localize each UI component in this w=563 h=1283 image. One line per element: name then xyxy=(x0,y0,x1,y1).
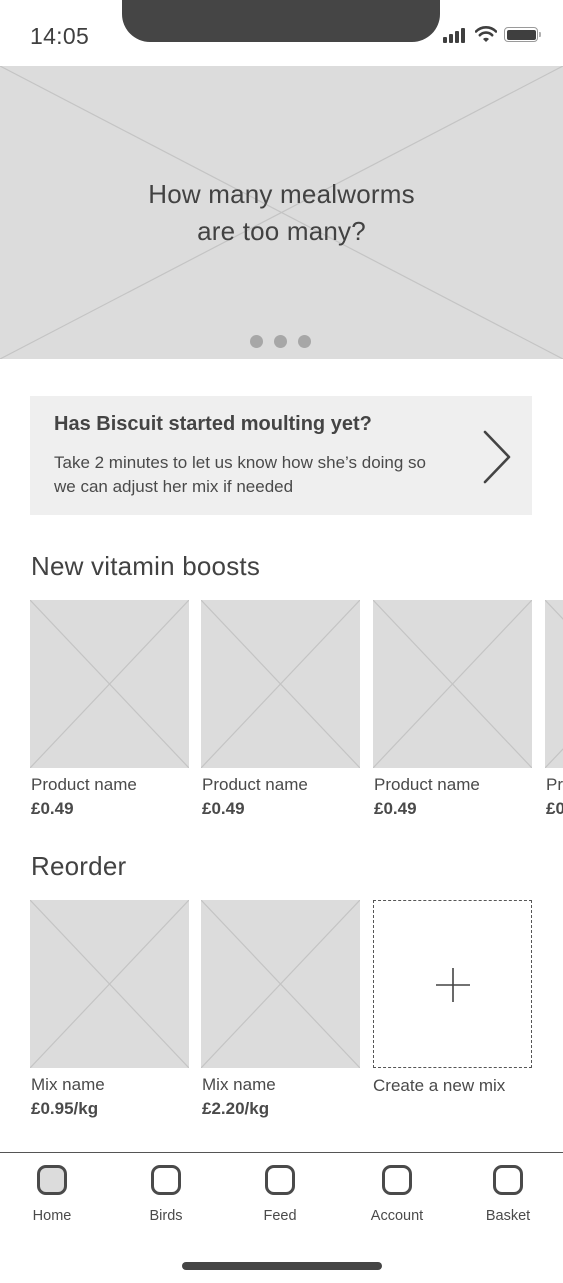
product-card[interactable]: Product name £0.49 xyxy=(373,600,532,819)
status-icons xyxy=(443,24,543,46)
hero-carousel[interactable]: How many mealworms are too many? xyxy=(0,66,563,359)
image-placeholder-icon xyxy=(545,600,563,768)
mix-card[interactable]: Mix name £2.20/kg xyxy=(201,900,360,1119)
product-price: £0.49 xyxy=(202,799,245,818)
image-placeholder-icon xyxy=(30,900,189,1068)
tab-label: Home xyxy=(32,1208,72,1224)
product-card[interactable]: Product name £0.49 xyxy=(545,600,563,819)
tab-label: Account xyxy=(370,1208,424,1224)
product-image xyxy=(201,600,360,768)
image-placeholder-icon xyxy=(373,600,532,768)
prompt-title: Has Biscuit started moulting yet? xyxy=(54,413,372,435)
product-name: Product name xyxy=(374,775,480,794)
product-card[interactable]: Product name £0.49 xyxy=(201,600,360,819)
tab-label: Basket xyxy=(485,1208,531,1224)
battery-tip xyxy=(539,32,541,37)
tab-basket[interactable]: Basket xyxy=(463,1165,553,1233)
product-price: £0.49 xyxy=(31,799,74,818)
product-image xyxy=(30,600,189,768)
hero-title: How many mealworms are too many? xyxy=(0,176,563,250)
tab-birds[interactable]: Birds xyxy=(121,1165,211,1233)
mix-price: £0.95/kg xyxy=(31,1099,99,1118)
hero-title-line-2: are too many? xyxy=(197,216,366,246)
status-time: 14:05 xyxy=(30,23,90,49)
mix-image xyxy=(30,900,189,1068)
product-image xyxy=(545,600,563,768)
product-image xyxy=(373,600,532,768)
chevron-right-icon[interactable] xyxy=(482,430,512,484)
plus-icon xyxy=(436,968,470,1002)
section-title-vitamin-boosts: New vitamin boosts xyxy=(31,551,261,581)
vitamin-products-row[interactable]: Product name £0.49 Product name £0.49 Pr… xyxy=(0,600,563,830)
carousel-pagination xyxy=(250,335,314,349)
cellular-signal-icon xyxy=(443,28,469,43)
hero-title-line-1: How many mealworms xyxy=(148,179,415,209)
prompt-body: Take 2 minutes to let us know how she’s … xyxy=(54,453,427,496)
basket-icon xyxy=(493,1165,523,1195)
home-indicator[interactable] xyxy=(182,1262,382,1270)
create-new-mix-label: Create a new mix xyxy=(373,1076,506,1095)
status-bar: 14:05 xyxy=(0,0,563,66)
product-card[interactable]: Product name £0.49 xyxy=(30,600,189,819)
product-name: Product name xyxy=(546,775,563,794)
feed-icon xyxy=(265,1165,295,1195)
product-price: £0.49 xyxy=(546,799,563,818)
carousel-dot[interactable] xyxy=(274,335,287,348)
image-placeholder-icon xyxy=(201,900,360,1068)
product-name: Product name xyxy=(202,775,308,794)
image-placeholder-icon xyxy=(201,600,360,768)
mix-name: Mix name xyxy=(202,1075,276,1094)
battery-icon xyxy=(504,27,538,42)
mix-price: £2.20/kg xyxy=(202,1099,270,1118)
create-new-mix-button[interactable]: Create a new mix xyxy=(373,900,532,1096)
tab-home[interactable]: Home xyxy=(7,1165,97,1233)
mix-image xyxy=(201,900,360,1068)
mix-name: Mix name xyxy=(31,1075,105,1094)
product-name: Product name xyxy=(31,775,137,794)
carousel-dot[interactable] xyxy=(298,335,311,348)
device-notch xyxy=(122,0,440,42)
birds-icon xyxy=(151,1165,181,1195)
account-icon xyxy=(382,1165,412,1195)
product-price: £0.49 xyxy=(374,799,417,818)
carousel-dot[interactable] xyxy=(250,335,263,348)
tab-label: Feed xyxy=(263,1208,297,1224)
tab-label: Birds xyxy=(149,1208,183,1224)
section-title-reorder: Reorder xyxy=(31,851,127,881)
image-placeholder-icon xyxy=(30,600,189,768)
create-mix-dropzone[interactable] xyxy=(373,900,532,1068)
wifi-icon xyxy=(475,26,497,42)
moulting-prompt-card[interactable]: Has Biscuit started moulting yet? Take 2… xyxy=(30,396,532,515)
tab-account[interactable]: Account xyxy=(352,1165,442,1233)
home-icon xyxy=(37,1165,67,1195)
tab-feed[interactable]: Feed xyxy=(235,1165,325,1233)
mix-card[interactable]: Mix name £0.95/kg xyxy=(30,900,189,1119)
